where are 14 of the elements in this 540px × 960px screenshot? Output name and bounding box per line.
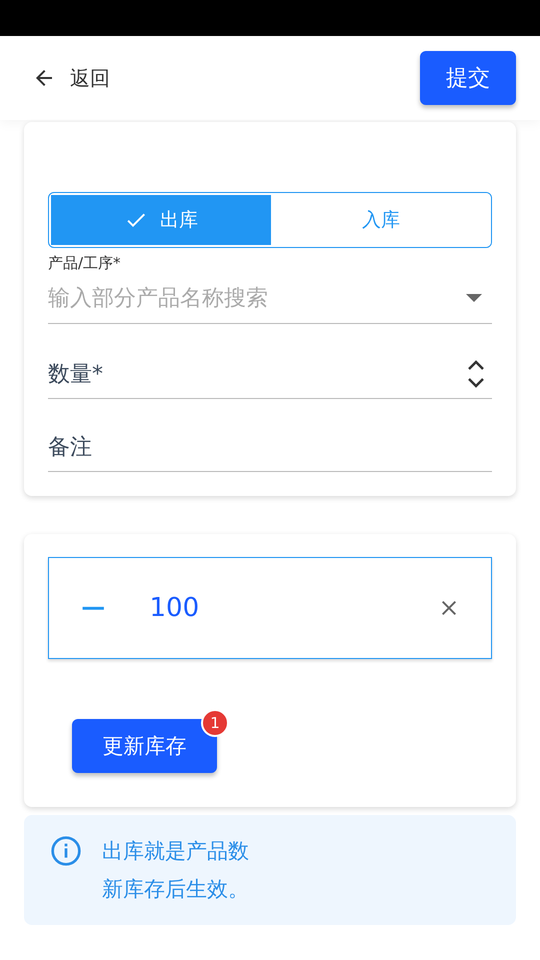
product-select[interactable]: 输入部分产品名称搜索	[48, 286, 428, 310]
quantity-field[interactable]: 数量*	[48, 362, 428, 386]
field-label: 产品/工序*	[48, 254, 122, 273]
dropdown-icon	[466, 294, 482, 302]
stepper-value: 100	[150, 593, 200, 623]
notification-badge: 1	[201, 709, 229, 737]
mode-tab[interactable]: 出库	[51, 195, 271, 245]
minus-button[interactable]: −	[79, 588, 108, 628]
info-text: 出库就是产品数	[102, 838, 249, 865]
note-field[interactable]: 备注	[48, 434, 428, 460]
back-button[interactable]: 返回	[32, 64, 110, 92]
submit-button[interactable]: 提交	[420, 51, 516, 105]
info-text: 新库存后生效。	[102, 876, 249, 903]
info-icon	[50, 835, 82, 867]
